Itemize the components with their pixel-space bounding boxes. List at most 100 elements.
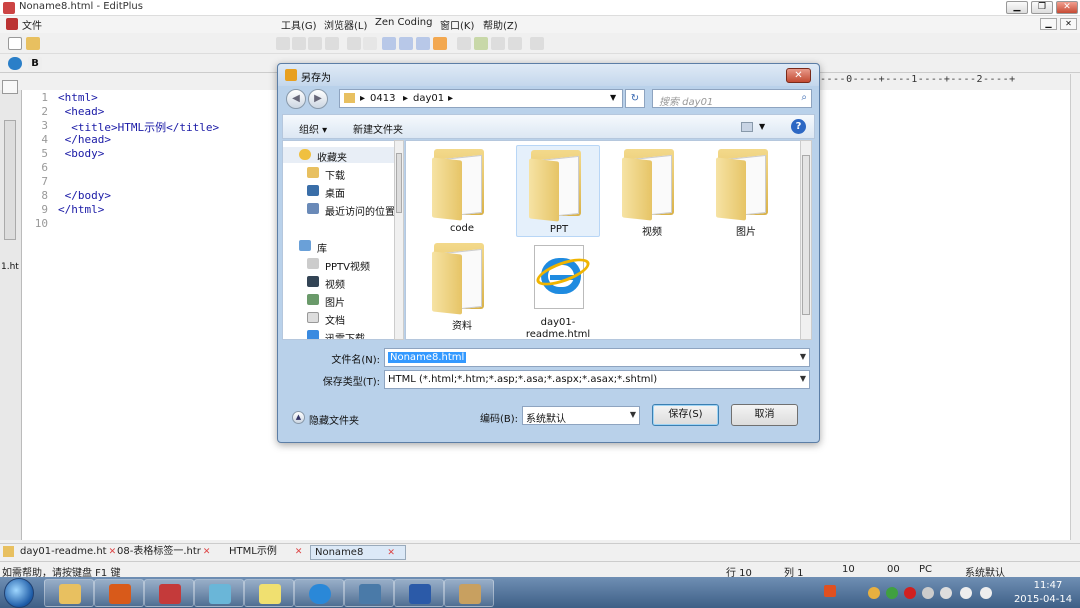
organize-button[interactable]: 组织 ▾ [299,121,327,136]
save-button[interactable]: 保存(S) [652,404,719,426]
open-folder-icon[interactable] [26,37,40,50]
context-help-icon[interactable] [530,37,544,50]
menu-zen-coding[interactable]: Zen Coding [375,17,432,28]
volume-icon[interactable] [980,587,992,599]
chevron-down-icon[interactable]: ▼ [800,352,806,361]
clock-time[interactable]: 11:47 [1018,580,1078,591]
panel-scrollbar[interactable] [4,120,16,240]
folder-pictures[interactable]: 图片 [704,145,788,238]
font-icon[interactable] [347,37,361,50]
chevron-down-icon[interactable]: ▼ [630,410,636,419]
dialog-title: 另存为 [301,73,331,84]
browser-preview-icon[interactable] [8,57,22,70]
breadcrumb-day01[interactable]: day01 [413,93,444,104]
new-file-icon[interactable] [8,37,22,50]
address-bar[interactable]: ▸ 0413 ▸ day01 ▸ ▼ [339,89,623,108]
word-task[interactable] [394,579,444,607]
file-list: code PPT 视频 图片 资料 day01-readme.html [405,140,801,340]
dialog-title-bar[interactable]: 另存为 ✕ [278,64,819,86]
help-task[interactable] [244,579,294,607]
folder-ppt[interactable]: PPT [516,145,600,237]
tray-app3-icon[interactable] [904,587,916,599]
menu-file[interactable]: 文件 [22,17,42,32]
bold-icon[interactable]: B [28,57,42,70]
folder-code[interactable]: code [420,145,504,237]
find-in-files-icon[interactable] [308,37,322,50]
menu-browser[interactable]: 浏览器(L) [324,17,367,32]
refresh-button[interactable]: ↻ [625,89,645,108]
ie-task[interactable] [294,579,344,607]
panel-dropdown[interactable] [2,80,18,94]
folder-videos[interactable]: 视频 [610,145,694,238]
help-icon[interactable]: ? [791,119,806,134]
explorer-task[interactable] [44,579,94,607]
screen-task[interactable] [344,579,394,607]
tab-table-tags[interactable]: 08-表格标签一.htr ✕ [113,545,210,560]
menu-bar: 文件 工具(G) 浏览器(L) Zen Coding 窗口(K) 帮助(Z) ▁… [0,16,1080,33]
command-bar: 组织 ▾ 新建文件夹 ▼ ? [282,114,815,139]
word-wrap-icon[interactable] [382,37,396,50]
status-mode: PC [919,564,933,575]
view-options-icon[interactable] [741,122,753,132]
tab-html-example[interactable]: HTML示例 ✕ [225,545,302,560]
file-list-scrollbar[interactable] [800,140,812,340]
mdi-close-button[interactable]: ✕ [1060,18,1077,30]
filename-field[interactable]: Noname8.html ▼ [384,348,810,367]
tray-app2-icon[interactable] [886,587,898,599]
folder-icon [344,93,355,103]
navigation-pane: 收藏夹 下载 桌面 最近访问的位置 库 PPTV视频 视频 图片 文档 迅雷下载 [282,140,398,340]
tray-app-icon[interactable] [868,587,880,599]
chevron-down-icon[interactable]: ▼ [800,374,806,383]
ie-html-icon [533,245,593,309]
address-dropdown-icon[interactable]: ▼ [610,93,616,102]
find-icon[interactable] [276,37,290,50]
dialog-icon [285,69,297,81]
goto-icon[interactable] [325,37,339,50]
close-button[interactable]: ✕ [1056,1,1078,14]
output-window-icon[interactable] [491,37,505,50]
view-dropdown-icon[interactable]: ▼ [759,122,765,131]
cancel-button[interactable]: 取消 [731,404,798,426]
filetype-select[interactable]: HTML (*.html;*.htm;*.asp;*.asa;*.aspx;*.… [384,370,810,389]
search-input[interactable]: 搜索 day01 ⌕ [652,89,812,108]
view-icon[interactable] [457,37,471,50]
menu-help[interactable]: 帮助(Z) [483,17,518,32]
nav-favorites[interactable]: 收藏夹 [283,147,395,164]
start-button[interactable] [4,578,34,608]
network-icon[interactable] [940,587,952,599]
folder-materials[interactable]: 资料 [420,239,504,332]
spellcheck-icon[interactable] [433,37,447,50]
editplus-task[interactable] [144,579,194,607]
paint-task[interactable] [444,579,494,607]
line-number-icon[interactable] [399,37,413,50]
clock-date[interactable]: 2015-04-14 [1008,594,1078,605]
ruler-icon[interactable] [416,37,430,50]
tab-day01-readme[interactable]: day01-readme.ht ✕ [16,545,116,560]
menu-window[interactable]: 窗口(K) [440,17,474,32]
replace-icon[interactable] [292,37,306,50]
mdi-minimize-button[interactable]: ▁ [1040,18,1057,30]
menu-tools[interactable]: 工具(G) [281,17,317,32]
directory-window-icon[interactable] [474,37,488,50]
file-day01-readme[interactable]: day01-readme.html [516,239,600,339]
new-folder-button[interactable]: 新建文件夹 [353,121,403,136]
folder-icon [529,150,585,222]
encoding-select[interactable]: 系统默认 ▼ [522,406,640,425]
breadcrumb-0413[interactable]: 0413 [370,93,395,104]
hex-icon[interactable] [363,37,377,50]
powerpoint-task[interactable] [94,579,144,607]
notes-task[interactable] [194,579,244,607]
minimize-button[interactable]: ▁ [1006,1,1028,14]
flag-icon[interactable] [960,587,972,599]
navigation-scrollbar[interactable] [394,140,404,340]
editplus-icon [3,2,15,14]
editor-scrollbar[interactable] [1070,74,1080,540]
tray-app4-icon[interactable] [922,587,934,599]
back-button[interactable]: ◀ [286,89,306,109]
fullscreen-icon[interactable] [508,37,522,50]
tab-noname8[interactable]: Noname8 ✕ [310,545,406,560]
sogou-icon[interactable] [824,585,836,597]
dialog-close-button[interactable]: ✕ [786,68,811,83]
forward-button[interactable]: ▶ [308,89,328,109]
restore-button[interactable]: ❐ [1031,1,1053,14]
